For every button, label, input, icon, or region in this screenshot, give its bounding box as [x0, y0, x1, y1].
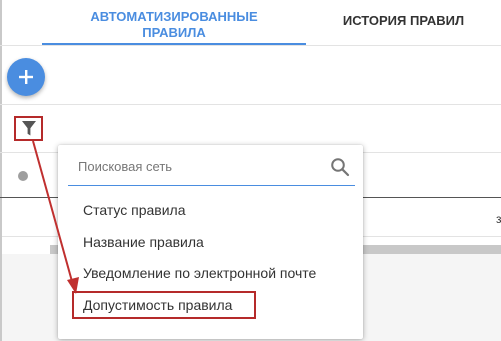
menu-item-rule-name[interactable]: Название правила	[58, 227, 363, 257]
search-icon[interactable]	[330, 157, 350, 177]
status-dot	[18, 171, 28, 181]
tab-automated-rules[interactable]: АВТОМАТИЗИРОВАННЫЕ ПРАВИЛА	[42, 0, 306, 46]
add-rule-button[interactable]	[7, 58, 45, 96]
menu-item-label: Допустимость правила	[83, 297, 233, 313]
menu-item-rule-eligibility[interactable]: Допустимость правила	[58, 290, 363, 320]
tab-rule-history-label: ИСТОРИЯ ПРАВИЛ	[342, 13, 465, 28]
partial-text: з	[496, 212, 501, 226]
page: АВТОМАТИЗИРОВАННЫЕ ПРАВИЛА ИСТОРИЯ ПРАВИ…	[0, 0, 501, 341]
filter-dropdown: Статус правила Название правила Уведомле…	[58, 145, 363, 339]
menu-item-label: Название правила	[83, 234, 204, 250]
search-row	[68, 151, 355, 181]
filter-funnel-icon	[21, 121, 36, 136]
menu-item-email-notification[interactable]: Уведомление по электронной почте	[58, 258, 363, 288]
search-underline	[68, 185, 355, 186]
menu-item-label: Уведомление по электронной почте	[83, 265, 317, 281]
tab-bar: АВТОМАТИЗИРОВАННЫЕ ПРАВИЛА ИСТОРИЯ ПРАВИ…	[0, 0, 501, 46]
plus-icon	[19, 70, 33, 84]
tab-rule-history[interactable]: ИСТОРИЯ ПРАВИЛ	[306, 0, 501, 46]
active-tab-indicator	[42, 43, 306, 45]
tab-bar-divider	[0, 45, 501, 46]
filter-button[interactable]	[14, 116, 43, 141]
divider	[0, 104, 501, 105]
menu-item-rule-status[interactable]: Статус правила	[58, 195, 363, 225]
menu-item-label: Статус правила	[83, 202, 186, 218]
search-input[interactable]	[78, 157, 338, 175]
tab-automated-rules-label-line1: АВТОМАТИЗИРОВАННЫЕ	[90, 9, 258, 24]
tab-automated-rules-label-line2: ПРАВИЛА	[142, 25, 206, 40]
